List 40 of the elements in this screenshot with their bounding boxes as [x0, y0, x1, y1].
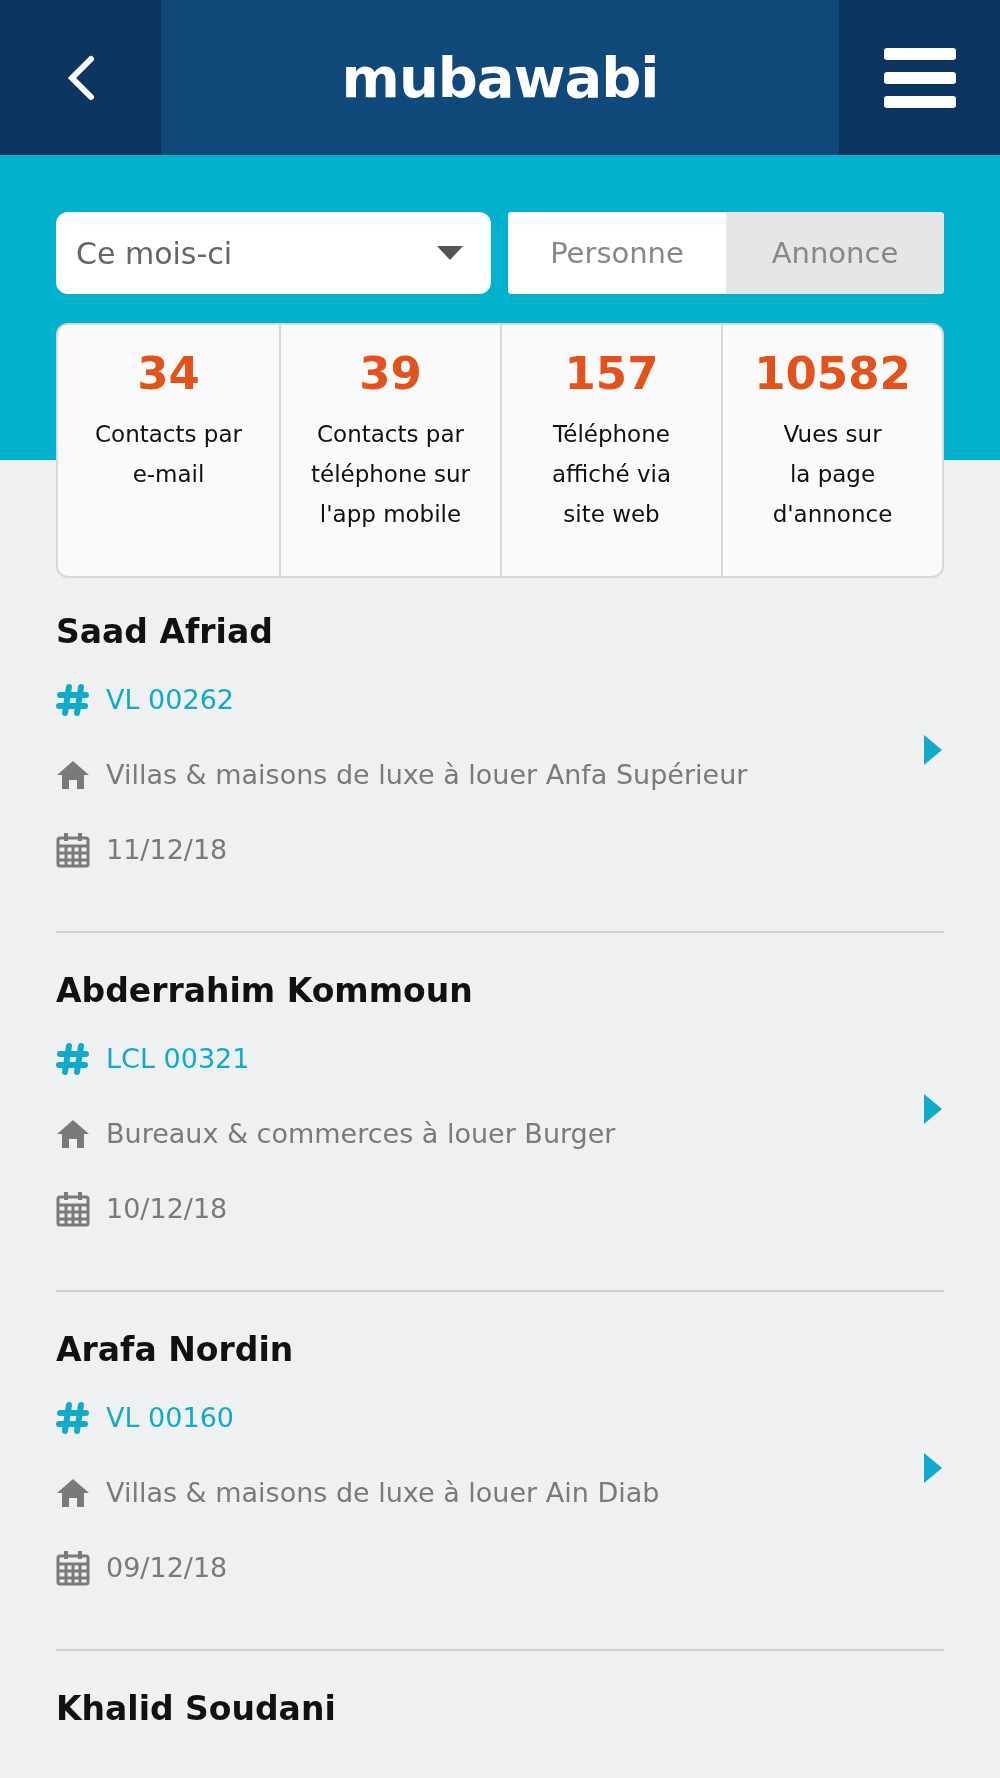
contact-date: 09/12/18 [106, 1552, 228, 1583]
contact-name: Abderrahim Kommoun [56, 971, 474, 1012]
chevron-right-icon[interactable] [924, 1452, 942, 1483]
listing-reference: VL 00160 [106, 1402, 234, 1433]
listing-title: Villas & maisons de luxe à louer Ain Diab [106, 1477, 660, 1508]
stat-label: Contacts par téléphone sur l'app mobile [311, 420, 470, 529]
listing-reference: VL 00262 [106, 684, 234, 715]
stat-value: 157 [564, 347, 659, 400]
listing-title: Bureaux & commerces à louer Burger [106, 1118, 616, 1149]
caret-icon [437, 246, 463, 260]
stat-value: 39 [359, 347, 422, 400]
menu-icon [883, 47, 956, 108]
listing-title: Villas & maisons de luxe à louer Anfa Supérieur [106, 759, 748, 790]
chevron-right-icon[interactable] [924, 734, 942, 765]
hash-icon [56, 1041, 90, 1076]
stat-label: Contacts par e-mail [95, 420, 242, 489]
hash-icon [56, 1400, 90, 1435]
menu-button[interactable] [839, 0, 1000, 155]
home-icon [56, 759, 90, 790]
calendar-icon [56, 1549, 90, 1586]
listing-reference: LCL 00321 [106, 1043, 250, 1074]
chevron-right-icon[interactable] [924, 1093, 942, 1124]
app-logo: mubawabi [340, 44, 660, 112]
stat-value: 10582 [754, 347, 911, 400]
stat-value: 34 [137, 347, 200, 400]
segment-tab[interactable]: Annonce [726, 212, 944, 294]
contact-name: Saad Afriad [56, 612, 274, 653]
contact-date: 11/12/18 [106, 834, 228, 865]
home-icon [56, 1477, 90, 1508]
contact-date: 10/12/18 [106, 1193, 228, 1224]
calendar-icon [56, 831, 90, 868]
back-icon [65, 54, 96, 101]
home-icon [56, 1118, 90, 1149]
contact-name: Khalid Soudani [56, 1689, 336, 1730]
stat-label: Téléphone affiché via site web [551, 420, 672, 529]
hash-icon [56, 682, 90, 717]
period-dropdown[interactable]: Ce mois-ci [56, 212, 491, 294]
stat-label: Vues sur la page d'annonce [772, 420, 893, 529]
contact-name: Arafa Nordin [56, 1330, 295, 1371]
calendar-icon [56, 1190, 90, 1227]
